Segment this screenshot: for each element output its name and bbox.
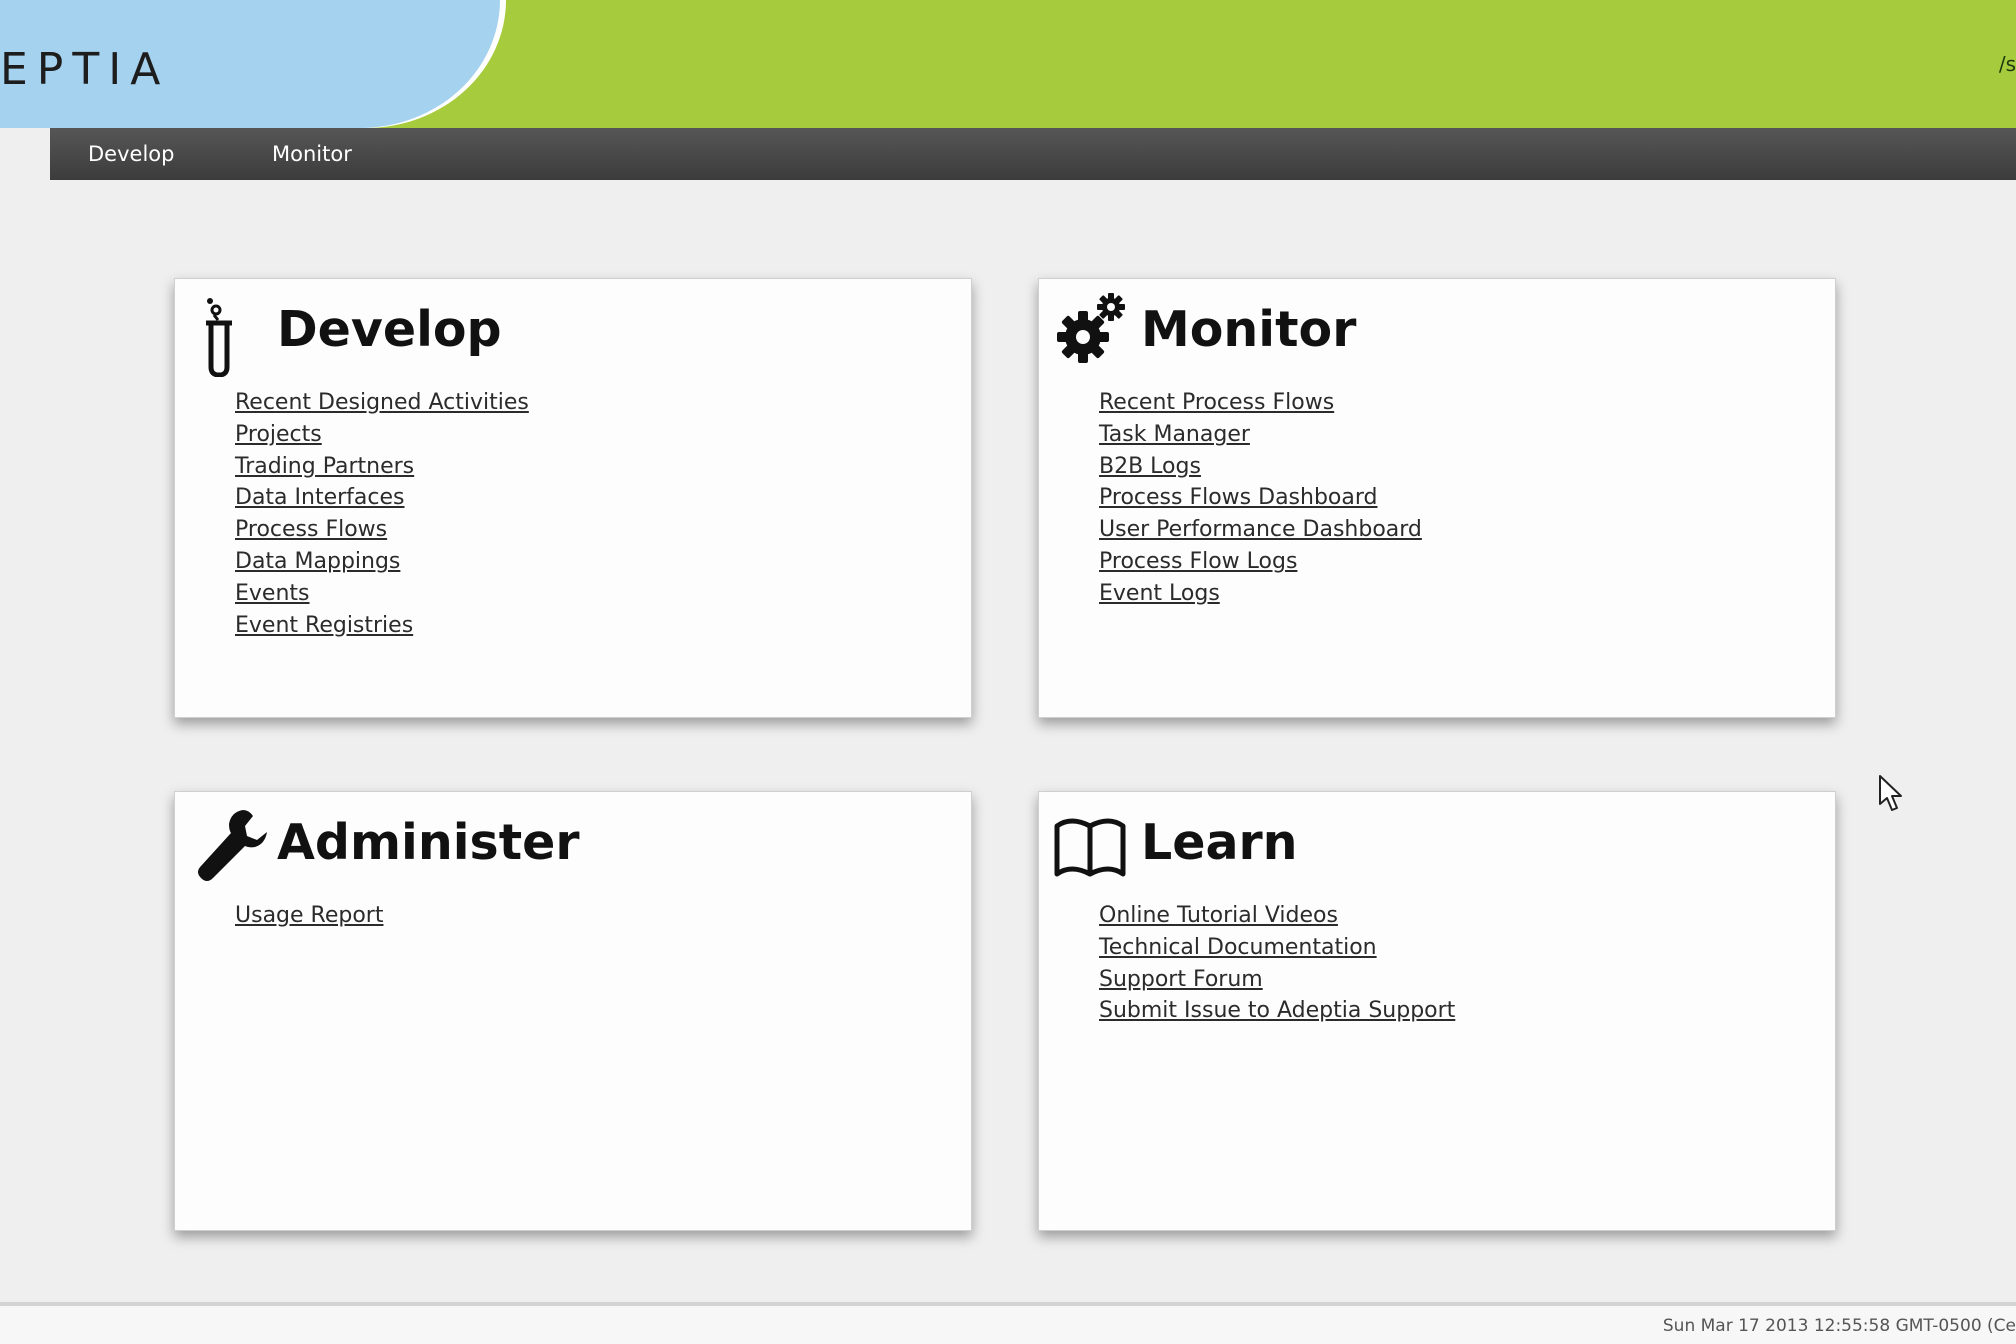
list-item: Recent Designed Activities (235, 387, 529, 419)
gears-icon (1057, 293, 1125, 363)
list-item: Process Flow Logs (1099, 546, 1422, 578)
nav-develop[interactable]: Develop (88, 142, 174, 166)
app-header: EPTIA /s (0, 0, 2016, 128)
link-usage-report[interactable]: Usage Report (235, 903, 383, 928)
list-item: Submit Issue to Adeptia Support (1099, 995, 1455, 1027)
learn-panel: Learn Online Tutorial Videos Technical D… (1038, 791, 1836, 1231)
link-data-interfaces[interactable]: Data Interfaces (235, 485, 404, 510)
link-technical-documentation[interactable]: Technical Documentation (1099, 935, 1377, 960)
footer-timestamp: Sun Mar 17 2013 12:55:58 GMT-0500 (Ce (1662, 1316, 2016, 1336)
wrench-icon (198, 810, 267, 881)
develop-links: Recent Designed Activities Projects Trad… (235, 387, 529, 641)
panel-title: Monitor (1141, 301, 1357, 358)
list-item: Events (235, 578, 529, 610)
link-support-forum[interactable]: Support Forum (1099, 967, 1263, 992)
monitor-links: Recent Process Flows Task Manager B2B Lo… (1099, 387, 1422, 610)
nav-home-tab[interactable] (0, 128, 50, 180)
test-tube-icon (206, 298, 232, 377)
link-process-flow-logs[interactable]: Process Flow Logs (1099, 549, 1297, 574)
link-submit-issue[interactable]: Submit Issue to Adeptia Support (1099, 998, 1455, 1023)
list-item: Data Mappings (235, 546, 529, 578)
mouse-cursor-icon (1879, 775, 1902, 811)
monitor-panel: Monitor Recent Process Flows Task Manage… (1038, 278, 1836, 718)
list-item: Recent Process Flows (1099, 387, 1422, 419)
brand-logo: EPTIA (0, 44, 170, 95)
list-item: Usage Report (235, 900, 383, 932)
link-data-mappings[interactable]: Data Mappings (235, 549, 400, 574)
list-item: Data Interfaces (235, 482, 529, 514)
footer: Sun Mar 17 2013 12:55:58 GMT-0500 (Ce (0, 1306, 2016, 1344)
list-item: Trading Partners (235, 451, 529, 483)
learn-links: Online Tutorial Videos Technical Documen… (1099, 900, 1455, 1027)
list-item: Process Flows Dashboard (1099, 482, 1422, 514)
header-right-text: /s (1998, 52, 2016, 76)
link-recent-process-flows[interactable]: Recent Process Flows (1099, 390, 1334, 415)
open-book-icon (1054, 818, 1126, 877)
list-item: Technical Documentation (1099, 932, 1455, 964)
link-events[interactable]: Events (235, 581, 310, 606)
link-process-flows-dashboard[interactable]: Process Flows Dashboard (1099, 485, 1377, 510)
develop-panel: Develop Recent Designed Activities Proje… (174, 278, 972, 718)
administer-links: Usage Report (235, 900, 383, 932)
logo-area: EPTIA (0, 0, 500, 128)
panel-title: Develop (277, 301, 502, 358)
link-recent-designed-activities[interactable]: Recent Designed Activities (235, 390, 529, 415)
link-event-logs[interactable]: Event Logs (1099, 581, 1220, 606)
link-event-registries[interactable]: Event Registries (235, 613, 413, 638)
main-nav: Develop Monitor (0, 128, 2016, 180)
link-projects[interactable]: Projects (235, 422, 322, 447)
list-item: Projects (235, 419, 529, 451)
list-item: Event Logs (1099, 578, 1422, 610)
list-item: Online Tutorial Videos (1099, 900, 1455, 932)
link-user-performance-dashboard[interactable]: User Performance Dashboard (1099, 517, 1422, 542)
list-item: B2B Logs (1099, 451, 1422, 483)
panel-title: Learn (1141, 814, 1298, 871)
link-process-flows[interactable]: Process Flows (235, 517, 387, 542)
list-item: Process Flows (235, 514, 529, 546)
administer-panel: Administer Usage Report (174, 791, 972, 1231)
list-item: Support Forum (1099, 964, 1455, 996)
list-item: Event Registries (235, 610, 529, 642)
nav-monitor[interactable]: Monitor (272, 142, 352, 166)
link-b2b-logs[interactable]: B2B Logs (1099, 454, 1201, 479)
list-item: User Performance Dashboard (1099, 514, 1422, 546)
panel-title: Administer (277, 814, 580, 871)
list-item: Task Manager (1099, 419, 1422, 451)
link-online-tutorial-videos[interactable]: Online Tutorial Videos (1099, 903, 1338, 928)
link-task-manager[interactable]: Task Manager (1099, 422, 1250, 447)
link-trading-partners[interactable]: Trading Partners (235, 454, 414, 479)
